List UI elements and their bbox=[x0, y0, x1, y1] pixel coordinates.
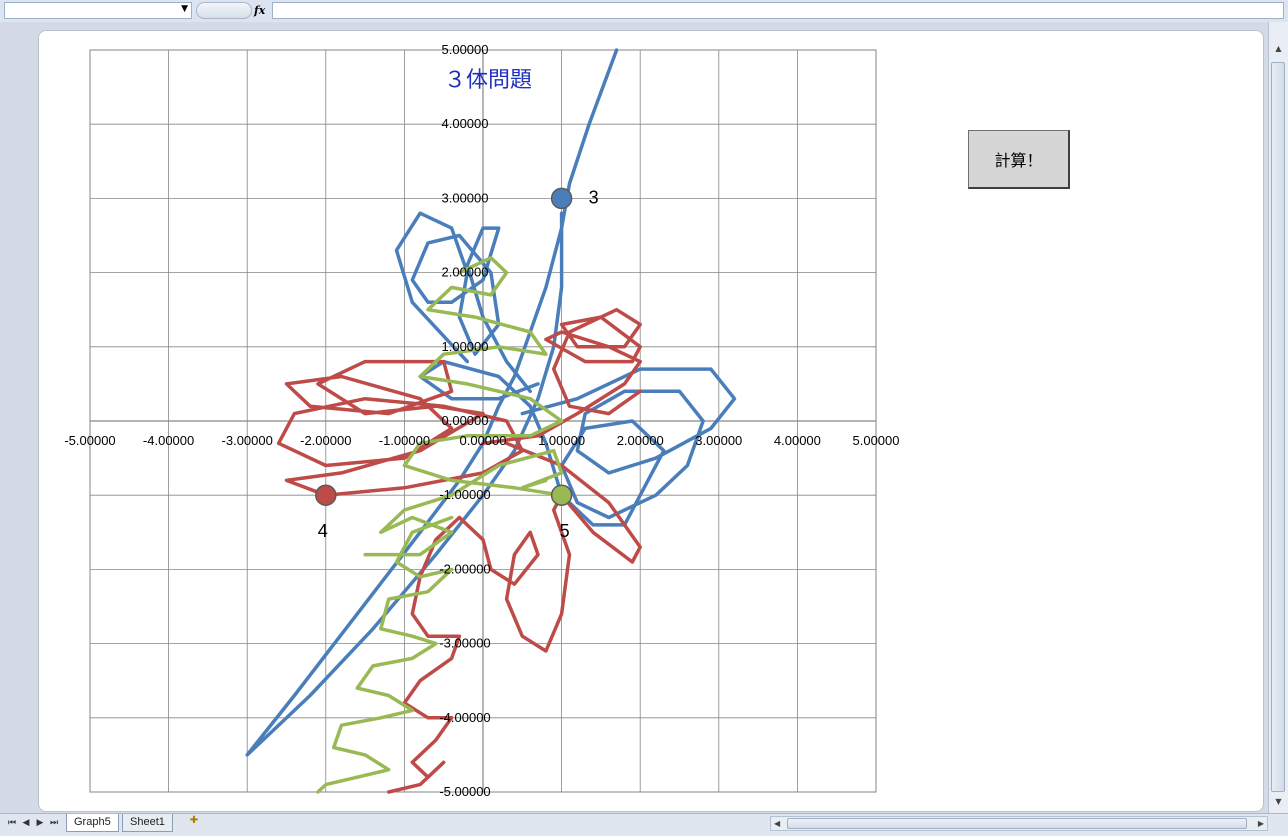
name-box[interactable]: ▼ bbox=[4, 2, 192, 19]
scroll-up-icon[interactable]: ▲ bbox=[1272, 42, 1285, 56]
formula-expand-handle[interactable] bbox=[196, 2, 252, 19]
function-controls: fx bbox=[196, 2, 270, 19]
x-tick-label: 1.00000 bbox=[538, 433, 585, 448]
y-tick-label: -3.00000 bbox=[439, 636, 490, 651]
x-tick-label: 3.00000 bbox=[695, 433, 742, 448]
x-tick-label: -4.00000 bbox=[143, 433, 194, 448]
x-tick-label: -1.00000 bbox=[379, 433, 430, 448]
y-tick-label: 2.00000 bbox=[442, 265, 489, 280]
scroll-down-icon[interactable]: ▼ bbox=[1272, 795, 1285, 809]
body-label: 4 bbox=[318, 521, 328, 541]
prev-sheet-icon[interactable]: ◀ bbox=[20, 817, 32, 828]
y-tick-label: 1.00000 bbox=[442, 339, 489, 354]
calculate-button[interactable]: 計算！ bbox=[968, 130, 1070, 189]
body-marker bbox=[315, 484, 337, 506]
body-marker bbox=[550, 187, 573, 210]
x-tick-label: 0.00000 bbox=[460, 433, 507, 448]
horizontal-scroll-thumb[interactable] bbox=[787, 818, 1247, 829]
sheet-tab-bar: ⏮ ◀ ▶ ⏭ Graph5 Sheet1 ✚ ◀ ▶ bbox=[0, 813, 1288, 836]
body-marker bbox=[550, 484, 573, 506]
function-icon[interactable]: fx bbox=[254, 2, 265, 19]
y-tick-label: 4.00000 bbox=[442, 116, 489, 131]
x-tick-label: -3.00000 bbox=[222, 433, 273, 448]
scroll-right-icon[interactable]: ▶ bbox=[1258, 817, 1264, 830]
chart-area[interactable]: -5.00000 -4.00000 -3.00000 -2.00000 -1.00000… bbox=[38, 30, 1264, 812]
x-tick-label: -2.00000 bbox=[300, 433, 351, 448]
tab-sheet1[interactable]: Sheet1 bbox=[122, 814, 173, 832]
vertical-scroll-thumb[interactable] bbox=[1271, 62, 1285, 792]
tab-graph5[interactable]: Graph5 bbox=[66, 814, 119, 832]
y-tick-label: 5.00000 bbox=[442, 42, 489, 57]
vertical-scrollbar[interactable]: ▲ ▼ bbox=[1268, 22, 1288, 813]
horizontal-scrollbar[interactable]: ◀ ▶ bbox=[770, 816, 1268, 831]
x-tick-label: 5.00000 bbox=[853, 433, 900, 448]
chart-title: ３体問題 bbox=[444, 68, 532, 93]
next-sheet-icon[interactable]: ▶ bbox=[34, 817, 46, 828]
body-label: 3 bbox=[589, 187, 599, 207]
formula-bar: ▼ fx bbox=[0, 0, 1288, 23]
scroll-left-icon[interactable]: ◀ bbox=[774, 817, 780, 830]
chevron-down-icon[interactable]: ▼ bbox=[181, 4, 188, 14]
x-tick-label: 4.00000 bbox=[774, 433, 821, 448]
first-sheet-icon[interactable]: ⏮ bbox=[6, 817, 18, 828]
y-tick-label: -5.00000 bbox=[439, 784, 490, 799]
insert-sheet-icon[interactable]: ✚ bbox=[184, 815, 204, 830]
last-sheet-icon[interactable]: ⏭ bbox=[48, 817, 60, 828]
y-tick-label: -2.00000 bbox=[439, 561, 490, 576]
x-tick-label: -5.00000 bbox=[64, 433, 115, 448]
x-tick-label: 2.00000 bbox=[617, 433, 664, 448]
y-tick-label: -4.00000 bbox=[439, 710, 490, 725]
y-tick-label: -1.00000 bbox=[439, 487, 490, 502]
y-tick-label: 0.00000 bbox=[442, 413, 489, 428]
formula-input[interactable] bbox=[272, 2, 1284, 19]
chart-svg: -5.00000 -4.00000 -3.00000 -2.00000 -1.00000… bbox=[64, 42, 900, 799]
body-label: 5 bbox=[560, 521, 570, 541]
y-tick-label: 3.00000 bbox=[442, 190, 489, 205]
